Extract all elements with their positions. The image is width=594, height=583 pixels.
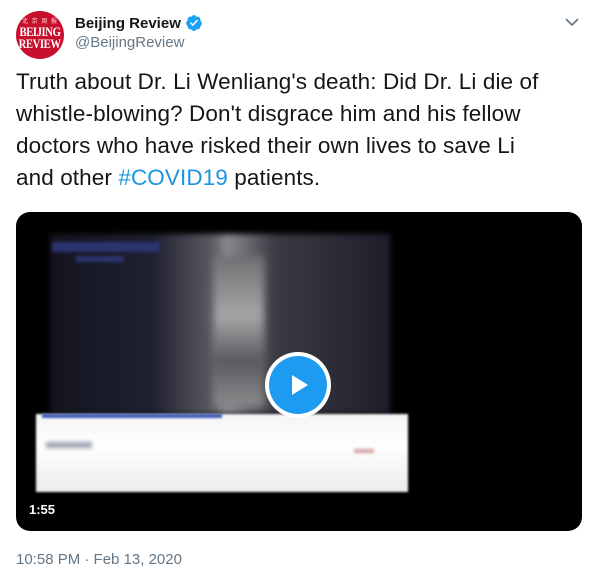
thumbnail-lower-panel: [36, 414, 408, 492]
thumbnail-red-mark: [354, 449, 374, 453]
video-thumbnail: [36, 226, 408, 508]
video-player[interactable]: 1:55: [16, 212, 582, 531]
play-button[interactable]: [265, 352, 331, 418]
video-duration-badge: 1:55: [24, 500, 61, 520]
hashtag-link[interactable]: #COVID19: [118, 165, 228, 190]
tweet-text-tail: patients.: [227, 165, 321, 190]
tweet-text: Truth about Dr. Li Wenliang's death: Did…: [16, 66, 556, 194]
account-names: Beijing Review @BeijingReview: [75, 13, 203, 51]
display-name-row: Beijing Review: [75, 13, 203, 33]
thumbnail-grey-mark: [46, 442, 92, 448]
display-name[interactable]: Beijing Review: [75, 15, 181, 32]
tweet: 北 京 周 报 BEIJING REVIEW Beijing Review @B…: [0, 0, 594, 583]
play-icon: [269, 356, 327, 414]
account-handle[interactable]: @BeijingReview: [75, 34, 203, 51]
thumbnail-caption-sub: [76, 256, 124, 262]
play-triangle-icon: [292, 375, 308, 395]
chevron-down-icon[interactable]: [564, 14, 580, 30]
avatar-line-2: REVIEW: [19, 35, 61, 51]
avatar[interactable]: 北 京 周 报 BEIJING REVIEW: [16, 11, 64, 59]
verified-badge-icon: [185, 15, 202, 31]
thumbnail-caption: [52, 242, 160, 252]
thumbnail-blue-rule: [42, 414, 222, 418]
thumbnail-figure: [214, 256, 264, 406]
tweet-timestamp[interactable]: 10:58 PM · Feb 13, 2020: [16, 551, 182, 568]
